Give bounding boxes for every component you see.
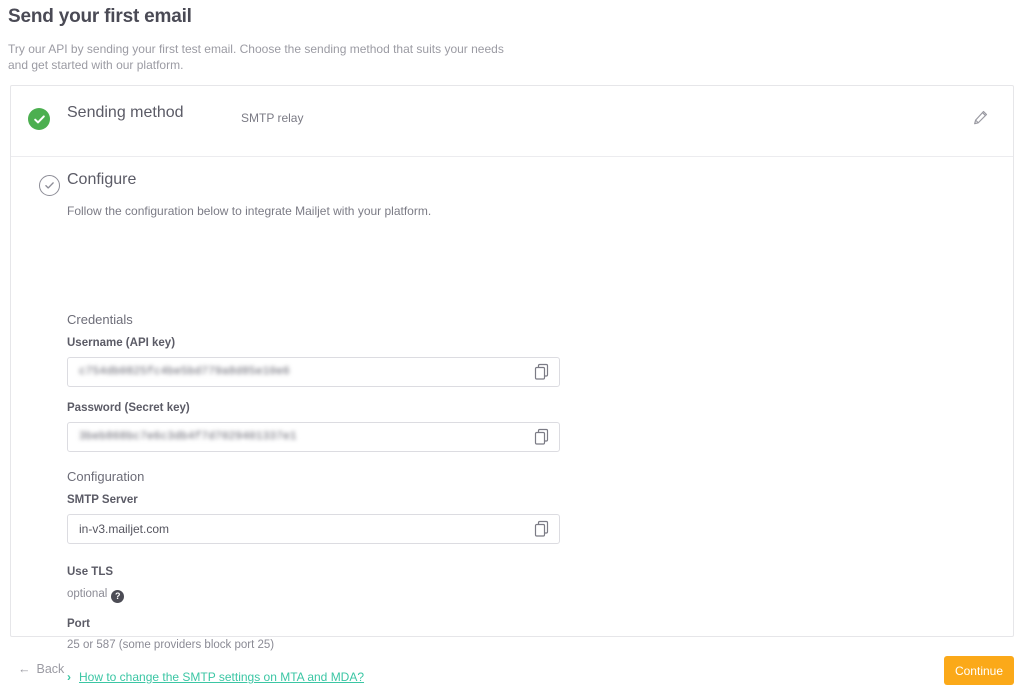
smtp-server-value: in-v3.mailjet.com xyxy=(79,522,170,536)
check-circle-outline-icon xyxy=(39,175,60,196)
back-button[interactable]: ← Back xyxy=(18,662,64,676)
setup-card: Sending method SMTP relay Configure Foll… xyxy=(10,85,1014,684)
password-field-label: Password (Secret key) xyxy=(67,402,190,414)
copy-username-button[interactable] xyxy=(534,363,550,381)
arrow-left-icon: ← xyxy=(18,662,31,676)
password-field[interactable]: 3beb868bc7e6c3db4f7d7029401337e1 xyxy=(67,422,560,452)
copy-smtp-server-button[interactable] xyxy=(534,520,550,538)
smtp-server-field[interactable]: in-v3.mailjet.com xyxy=(67,514,560,544)
page-root: Send your first email Try our API by sen… xyxy=(0,0,1024,692)
step-sending-method-label: Sending method xyxy=(67,104,184,121)
continue-button[interactable]: Continue xyxy=(944,656,1014,685)
smtp-docs-link[interactable]: How to change the SMTP settings on MTA a… xyxy=(79,670,364,684)
copy-password-button[interactable] xyxy=(534,428,550,446)
password-value: 3beb868bc7e6c3db4f7d7029401337e1 xyxy=(79,431,297,443)
use-tls-value: optional xyxy=(67,588,108,600)
question-mark-icon[interactable]: ? xyxy=(111,590,125,603)
page-title: Send your first email xyxy=(8,6,192,27)
port-value: 25 or 587 (some providers block port 25) xyxy=(67,639,275,651)
configuration-section-title: Configuration xyxy=(67,469,145,484)
chevron-right-icon: › xyxy=(67,670,71,684)
pencil-icon xyxy=(973,110,988,130)
step-configure-description: Follow the configuration below to integr… xyxy=(67,204,432,218)
port-label: Port xyxy=(67,618,90,630)
back-button-label: Back xyxy=(36,662,65,676)
page-subtitle: Try our API by sending your first test e… xyxy=(8,42,504,72)
username-field-label: Username (API key) xyxy=(67,337,176,349)
step-configure-label: Configure xyxy=(67,171,137,188)
username-field[interactable]: c754db0825fc4be5bd779a8d85e10e6 xyxy=(67,357,560,387)
step-sending-method-value: SMTP relay xyxy=(241,111,304,125)
smtp-server-field-label: SMTP Server xyxy=(67,494,138,506)
credentials-section-title: Credentials xyxy=(67,312,133,327)
edit-sending-method-button[interactable] xyxy=(969,109,991,131)
step-sending-method: Sending method SMTP relay xyxy=(11,86,1013,157)
use-tls-label: Use TLS xyxy=(67,566,114,578)
use-tls-value-row: optional? xyxy=(67,588,125,603)
check-circle-filled-icon xyxy=(28,108,50,130)
username-value: c754db0825fc4be5bd779a8d85e10e6 xyxy=(79,366,290,378)
smtp-docs-link-row[interactable]: › How to change the SMTP settings on MTA… xyxy=(67,670,364,684)
